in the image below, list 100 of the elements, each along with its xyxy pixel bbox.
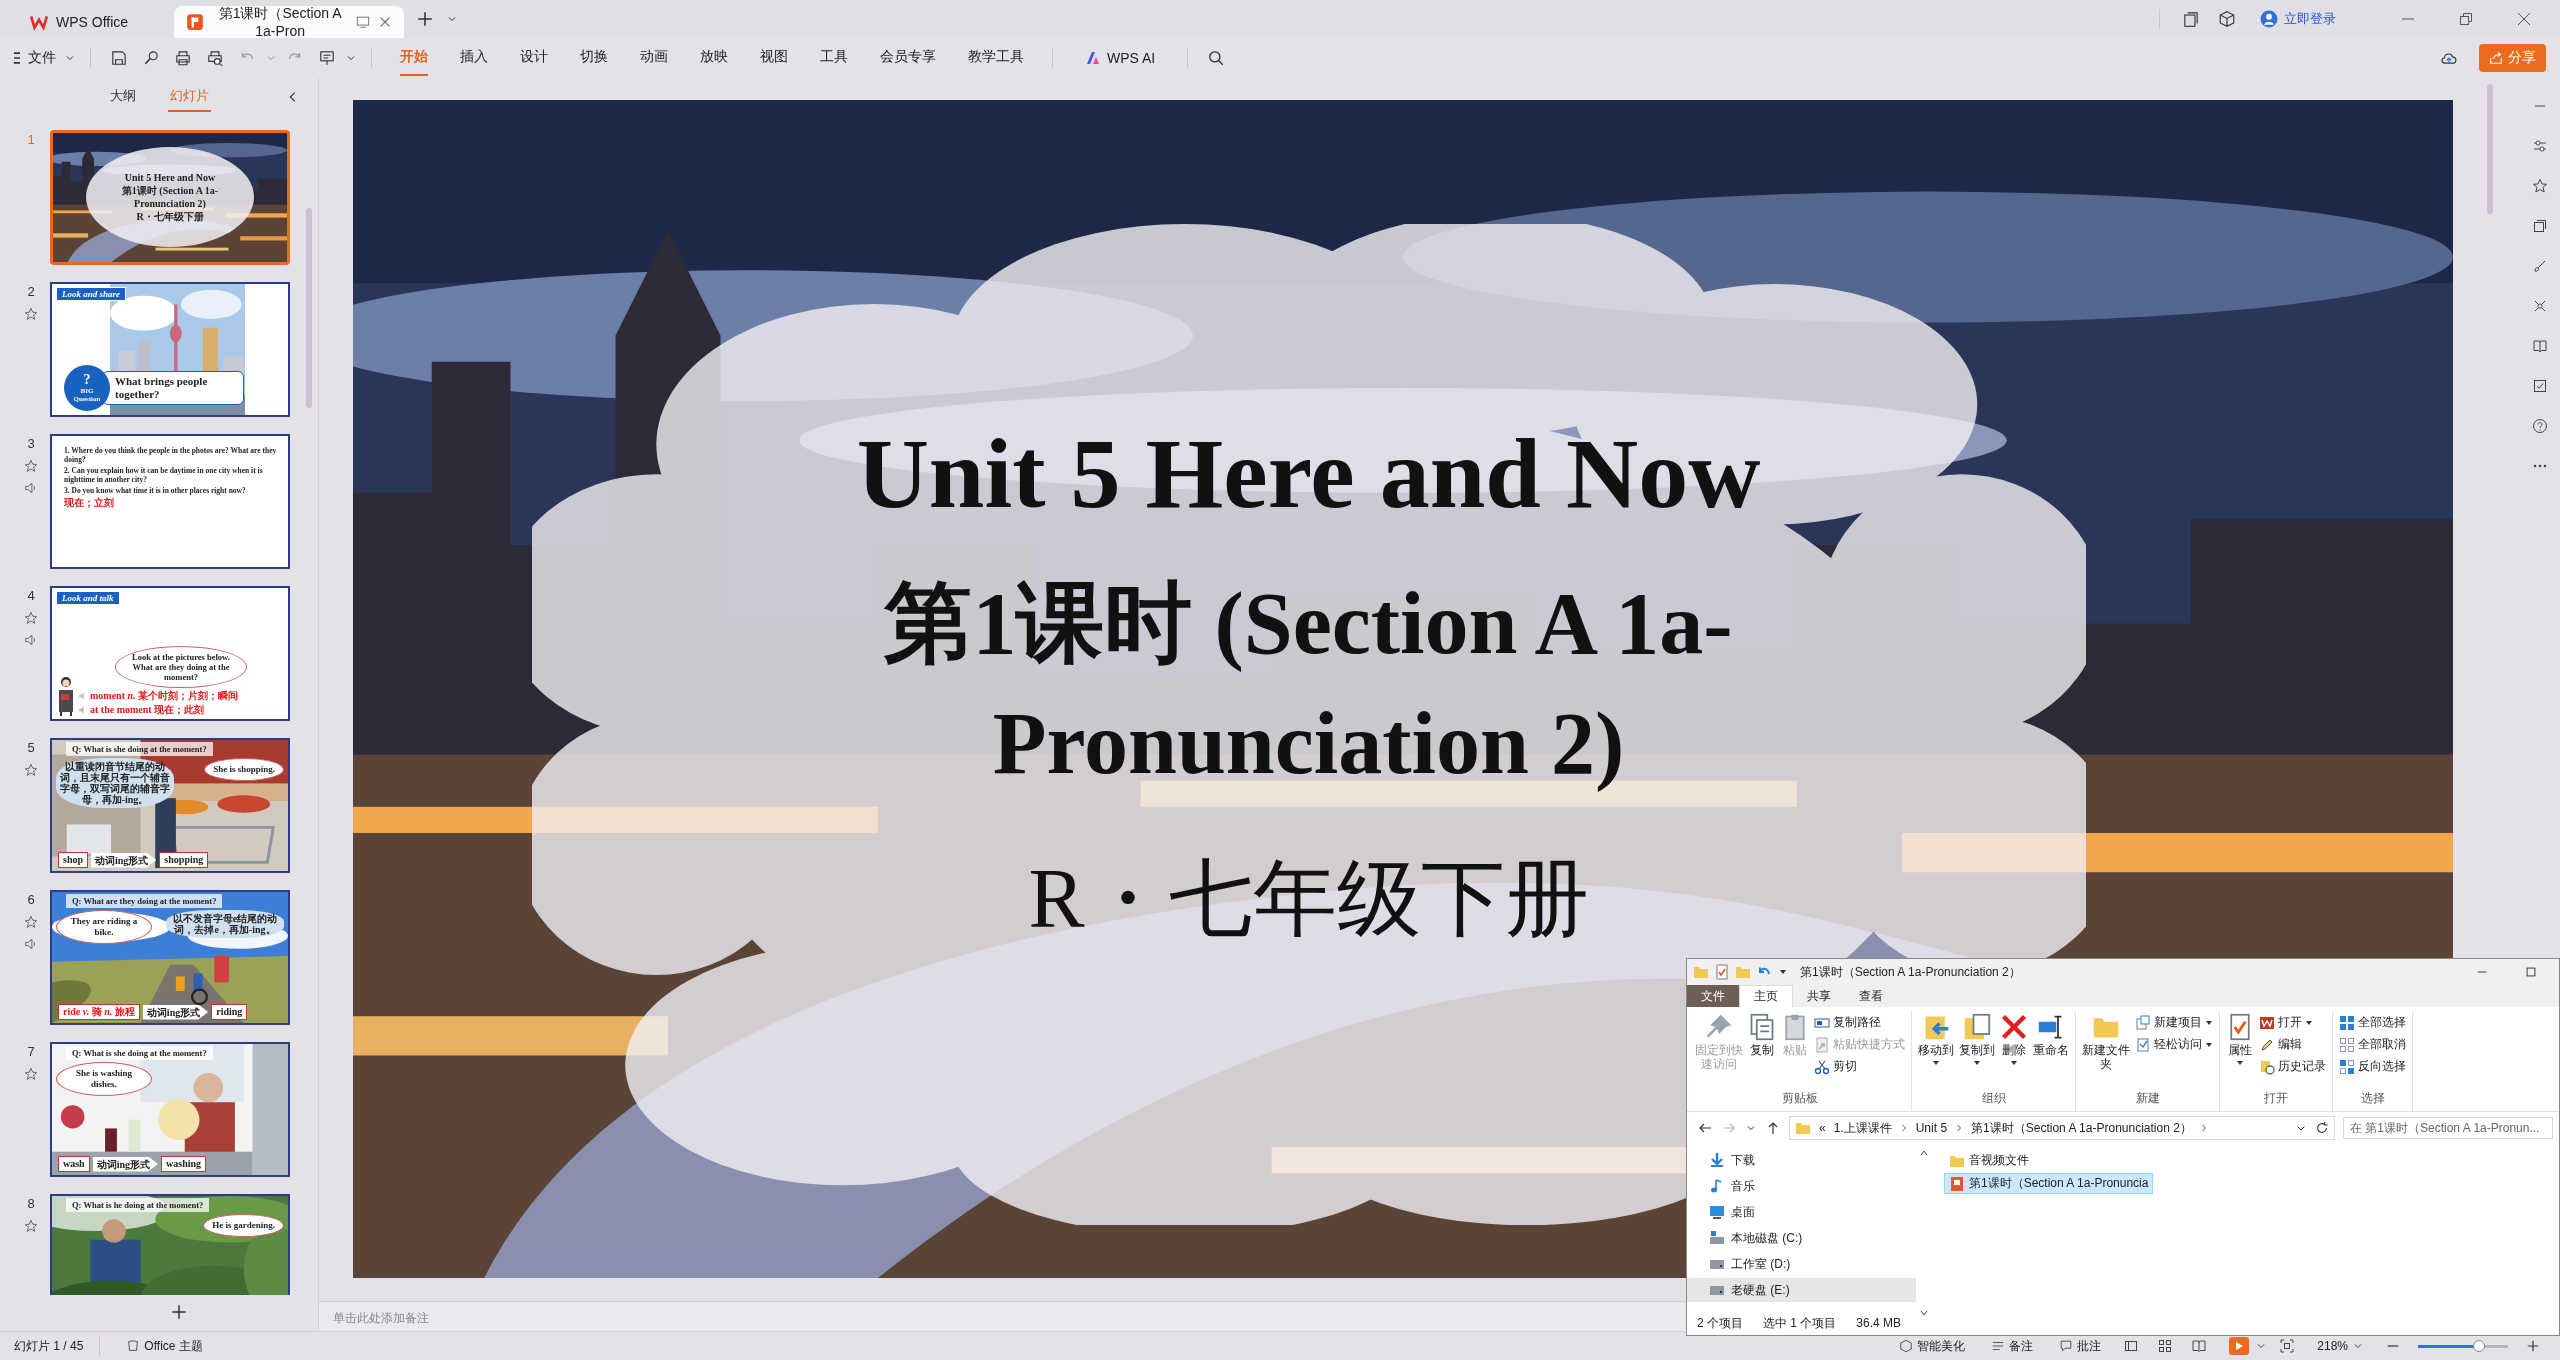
ribbon-button[interactable]: 复制 — [1746, 1011, 1778, 1090]
window-title: 第1课时（Section A 1a-Pronunciation 2） — [1800, 963, 2021, 981]
ribbon-tab[interactable]: 共享 — [1793, 985, 1845, 1007]
ribbon-button[interactable]: 全部选择 — [2337, 1013, 2408, 1032]
slide-text: at the moment 现在；此刻 — [90, 704, 205, 716]
ribbon-button[interactable]: 全部取消 — [2337, 1035, 2408, 1054]
question-heading: Q: What are they doing at the moment? — [66, 894, 223, 908]
slide-number: 8 — [27, 1196, 35, 1211]
word-label: shop — [58, 852, 88, 868]
tree-item[interactable]: 本地磁盘 (C:) — [1687, 1226, 1916, 1250]
slide-text: Unit 5 Here and Now — [124, 171, 216, 184]
ribbon-tab[interactable]: 文件 — [1687, 985, 1739, 1007]
slide-thumbnail[interactable]: Q: What are they doing at the moment? They are riding a bike. 以不发音字母e结尾的动词，去掉e，再加-ing。 ride v. 骑 n. 旅程 动词ing形式 riding — [50, 890, 290, 1025]
ribbon-tab[interactable]: 动画 — [640, 40, 668, 76]
slide-text: moment n. 某个时刻；片刻；瞬间 — [90, 690, 239, 702]
document-tab[interactable]: 第1课时（Section A 1a-Pron — [174, 6, 405, 38]
breadcrumb[interactable]: 第1课时（Section A 1a-Pronunciation 2） — [1971, 1119, 2192, 1137]
slide-thumbnail[interactable]: Unit 5 Here and Now 第1课时 (Section A 1a-Pronunciation 2) R・七年级下册 — [50, 130, 290, 265]
slide-thumbnail[interactable]: Look and talk Look at the pictures below. What are they doing at the moment? moment n. 某个时刻；片刻；瞬间 at the moment 现在；此刻 — [50, 586, 290, 721]
slide-thumbnail[interactable]: Q: What is he doing at the moment? He is gardening. — [50, 1194, 290, 1295]
breadcrumb-overflow[interactable]: « — [1819, 1121, 1826, 1135]
tree-item[interactable]: 音乐 — [1687, 1174, 1916, 1198]
slide-number: 1 — [27, 132, 35, 147]
question-heading: Q: What is he doing at the moment? — [66, 1198, 210, 1212]
status-text: 2 个项目 — [1697, 1314, 1743, 1332]
home-tab[interactable]: WPS Office — [18, 6, 169, 38]
slide-thumbnail[interactable]: Q: What is she doing at the moment? 以重读闭音节结尾的动词，且末尾只有一个辅音字母，双写词尾的辅音字母，再加-ing。 She is shopping. shop 动词ing形式 shopping — [50, 738, 290, 873]
ribbon-button[interactable]: 删除 — [1998, 1011, 2030, 1090]
slide-title: Unit 5 Here and Now — [856, 416, 1761, 531]
ribbon-button[interactable]: 新建文件夹 — [2080, 1011, 2132, 1090]
ribbon-tab[interactable]: 设计 — [520, 40, 548, 76]
ribbon-button[interactable]: 复制到 — [1957, 1011, 1997, 1090]
ribbon-tab[interactable]: 查看 — [1845, 985, 1897, 1007]
group-label: 新建 — [2134, 1090, 2161, 1107]
slide-number: 2 — [27, 284, 35, 299]
ribbon-button[interactable]: 反向选择 — [2337, 1057, 2408, 1076]
status-text: 36.4 MB — [1856, 1316, 1902, 1330]
ribbon-button[interactable]: 历史记录 — [2257, 1057, 2328, 1076]
ribbon-button[interactable]: 打开 — [2257, 1013, 2328, 1032]
word-label: washing — [161, 1156, 207, 1172]
ribbon-button[interactable]: 编辑 — [2257, 1035, 2328, 1054]
slide-number: 3 — [27, 436, 35, 451]
slide-text: 第1课时 (Section A 1a-Pronunciation 2) — [120, 184, 220, 210]
ribbon-tab[interactable]: 切换 — [580, 40, 608, 76]
tree-item[interactable]: 老硬盘 (E:) — [1687, 1278, 1916, 1302]
ribbon-button[interactable]: 轻松访问 — [2133, 1035, 2215, 1054]
ribbon-tab[interactable]: 教学工具 — [968, 40, 1024, 76]
wps-ai-button[interactable]: WPS AI — [1085, 50, 1156, 66]
group-label: 剪贴板 — [1781, 1090, 1819, 1107]
notes-button[interactable]: 备注 — [1991, 1337, 2034, 1355]
thought-bubble: Look at the pictures below. What are they doing at the moment? — [115, 646, 247, 688]
slide-number: 7 — [27, 1044, 35, 1059]
panel-tab[interactable]: 大纲 — [107, 82, 138, 112]
badge-text: ? — [83, 373, 91, 387]
ribbon-button[interactable]: 剪切 — [1812, 1057, 1907, 1076]
ribbon-button[interactable]: 属性 — [2224, 1011, 2256, 1090]
login-button[interactable]: 立即登录 — [2260, 10, 2336, 28]
file-item[interactable]: 音视频文件 — [1944, 1150, 2034, 1171]
slide-number: 6 — [27, 892, 35, 907]
word-label: shopping — [159, 852, 209, 868]
tree-item[interactable]: 工作室 (D:) — [1687, 1252, 1916, 1276]
file-menu[interactable]: 文件 — [14, 49, 76, 67]
file-item[interactable]: 第1课时（Section A 1a-Pronuncia — [1944, 1173, 2154, 1194]
slide-text: R・七年级下册 — [1028, 850, 1589, 947]
slide-count: 幻灯片 1 / 45 — [14, 1337, 84, 1355]
ribbon-tab[interactable]: 主页 — [1739, 985, 1793, 1007]
slide-subtitle: 第1课时 (Section A 1a-Pronunciation 2) — [883, 573, 1734, 794]
slide-number: 4 — [27, 588, 35, 603]
ribbon-tab[interactable]: 会员专享 — [880, 40, 936, 76]
slide-tag: Look and talk — [56, 591, 120, 605]
ribbon-tab[interactable]: 视图 — [760, 40, 788, 76]
ribbon-button[interactable]: 移动到 — [1916, 1011, 1956, 1090]
breadcrumb[interactable]: Unit 5 — [1915, 1121, 1948, 1135]
group-label: 选择 — [2359, 1090, 2386, 1107]
word-label: wash — [58, 1156, 90, 1172]
word-label: ride v. 骑 n. 旅程 — [58, 1004, 140, 1020]
slide-text: R・七年级下册 — [136, 210, 204, 223]
question-heading: Q: What is she doing at the moment? — [66, 1046, 213, 1060]
slide-tag: Look and share — [56, 287, 126, 301]
group-label: 打开 — [2263, 1090, 2289, 1107]
slide-text: 现在；立刻 — [64, 497, 115, 509]
beautify-button[interactable]: 智能美化 — [1899, 1337, 1966, 1355]
ribbon-button[interactable]: 新建项目 — [2133, 1013, 2215, 1032]
theme-button[interactable]: Office 主题 — [126, 1337, 203, 1355]
zoom-dropdown[interactable]: 218% — [2317, 1339, 2364, 1353]
group-label: 组织 — [1980, 1090, 2007, 1107]
ribbon-tab[interactable]: 工具 — [820, 40, 848, 76]
address-bar[interactable]: « 1.上课课件 Unit 5 第1课时（Section A 1a-Pronunciation 2） — [1789, 1116, 2335, 1140]
question-heading: Q: What is she doing at the moment? — [66, 742, 213, 756]
ribbon-button[interactable]: 重命名 — [2031, 1011, 2071, 1090]
tree-item[interactable]: 桌面 — [1687, 1200, 1916, 1224]
search-field[interactable]: 在 第1课时（Section A 1a-Pronun... — [2343, 1117, 2553, 1139]
comments-button[interactable]: 批注 — [2059, 1337, 2102, 1355]
breadcrumb[interactable]: 1.上课课件 — [1833, 1119, 1892, 1137]
ribbon-button[interactable]: 复制路径 — [1812, 1013, 1907, 1032]
ribbon-tab[interactable]: 放映 — [700, 40, 728, 76]
word-label: riding — [211, 1004, 248, 1020]
slide-number: 5 — [27, 740, 35, 755]
ribbon-tab[interactable]: 插入 — [460, 40, 488, 76]
slide-thumbnail[interactable]: Q: What is she doing at the moment? She is washing dishes. wash 动词ing形式 washing — [50, 1042, 290, 1177]
